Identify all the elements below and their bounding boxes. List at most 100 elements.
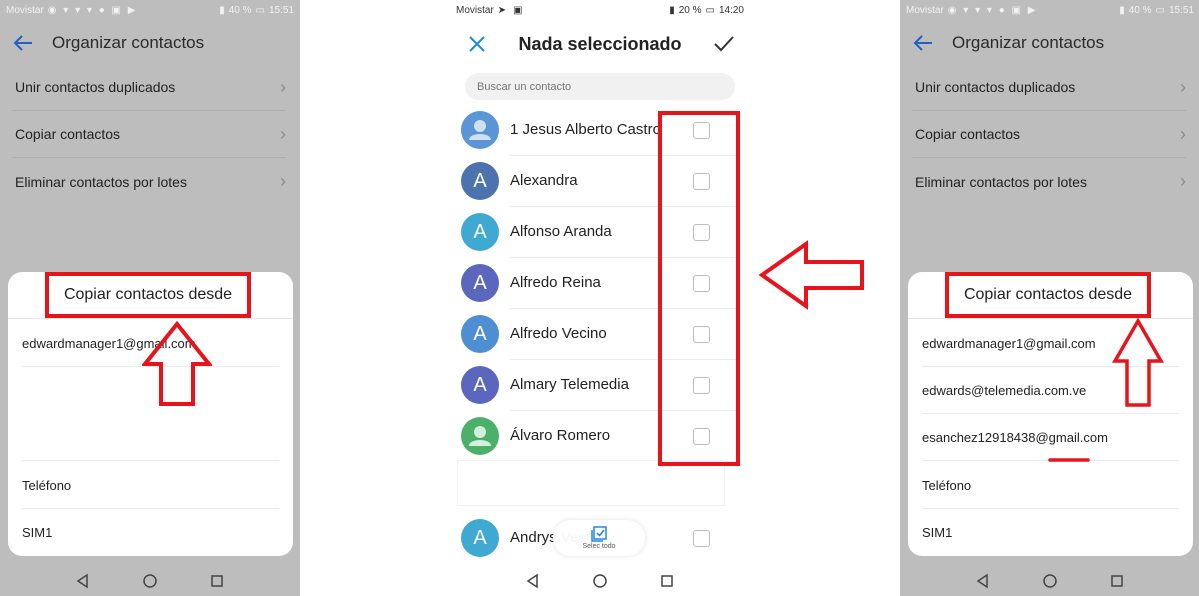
carrier-label: Movistar [456, 4, 494, 16]
right-phone-screen: Movistar ◉ ▾ ▾ ▾ ● ▣ ▶ ▮ 40 % ▭ 15:51 Or… [900, 0, 1199, 596]
copy-from-dialog: Copiar contactos desde edwardmanager1@gm… [908, 272, 1193, 556]
chevron-right-icon: › [1180, 171, 1186, 191]
status-bar: Movistar ◉ ▾ ▾ ▾ ● ▣ ▶ ▮ 40 % ▭ 15:51 [900, 0, 1199, 20]
battery-label: 20 % [678, 4, 702, 16]
option-label: Teléfono [22, 477, 72, 493]
select-all-button[interactable]: Selec todo [553, 520, 645, 556]
menu-item-label: Unir contactos duplicados [915, 79, 1076, 95]
contact-name: 1 Jesus Alberto Castro [510, 121, 661, 138]
search-bar[interactable] [465, 73, 735, 100]
signal-icon: ▮ [219, 4, 225, 16]
option-label: SIM1 [922, 525, 953, 540]
dialog-title: Copiar contactos desde [945, 272, 1151, 318]
carrier-label: Movistar [6, 4, 44, 16]
menu-item-copy-contacts[interactable]: Copiar contactos › [12, 111, 286, 158]
contact-name: Alfredo Vecino [510, 325, 607, 342]
avatar: A [461, 315, 499, 353]
chevron-right-icon: › [1180, 123, 1186, 144]
page-title: Nada seleccionado [518, 33, 682, 54]
battery-label: 40 % [228, 4, 252, 16]
menu-item-batch-delete[interactable]: Eliminar contactos por lotes › [12, 158, 286, 205]
search-input[interactable] [477, 80, 735, 93]
toolbar: Organizar contactos [900, 24, 1199, 62]
menu-item-label: Eliminar contactos por lotes [15, 173, 187, 190]
option-label: edwardmanager1@gmail.com [922, 335, 1096, 351]
blank-area [457, 460, 725, 506]
menu-list: Unir contactos duplicados › Copiar contac… [912, 64, 1186, 205]
middle-phone-screen: Movistar ➤ ▣ ▮ 20 % ▭ 14:20 Nada selecci… [450, 0, 750, 596]
sim-option[interactable]: SIM1 [922, 509, 1179, 556]
nav-bar [0, 566, 300, 596]
checkmark-icon[interactable] [712, 33, 736, 55]
clock: 15:51 [268, 4, 294, 16]
avatar: A [461, 519, 499, 557]
page-title: Organizar contactos [952, 33, 1105, 52]
back-arrow-icon[interactable] [12, 32, 34, 54]
toolbar: Organizar contactos [0, 24, 300, 62]
signal-icon: ▮ [1119, 4, 1125, 16]
battery-icon: ▭ [1155, 4, 1165, 16]
recents-square-icon[interactable] [659, 573, 675, 589]
dialog-divider [8, 318, 293, 319]
avatar-person-icon [461, 417, 499, 455]
back-triangle-icon[interactable] [975, 573, 991, 589]
avatar: A [461, 366, 499, 404]
carrier-label: Movistar [906, 4, 944, 16]
battery-label: 40 % [1128, 4, 1152, 16]
contact-name: Almary Telemedia [510, 376, 629, 393]
recents-square-icon[interactable] [209, 573, 225, 589]
menu-item-merge-duplicates[interactable]: Unir contactos duplicados › [12, 64, 286, 111]
blank-option [22, 414, 279, 461]
menu-item-label: Eliminar contactos por lotes [915, 173, 1087, 190]
left-phone-screen: Movistar ◉ ▾ ▾ ▾ ● ▣ ▶ ▮ 40 % ▭ 15:51 Or… [0, 0, 300, 596]
menu-item-batch-delete[interactable]: Eliminar contactos por lotes › [912, 158, 1186, 205]
clock: 15:51 [1168, 4, 1194, 16]
contact-name: Alfonso Aranda [510, 223, 612, 240]
copy-from-dialog: Copiar contactos desde edwardmanager1@gm… [8, 272, 293, 556]
back-triangle-icon[interactable] [525, 573, 541, 589]
avatar: A [461, 264, 499, 302]
page-title: Organizar contactos [52, 33, 205, 52]
menu-list: Unir contactos duplicados › Copiar contac… [12, 64, 286, 205]
dialog-title: Copiar contactos desde [45, 272, 251, 318]
contact-name: Álvaro Romero [510, 427, 611, 444]
home-circle-icon[interactable] [592, 573, 608, 589]
avatar-person-icon [461, 111, 499, 149]
select-all-label: Selec todo [582, 543, 616, 550]
chevron-right-icon: › [280, 76, 286, 97]
battery-icon: ▭ [705, 4, 715, 16]
option-label: esanchez12918438@gmail.com [922, 429, 1108, 445]
phone-option[interactable]: Teléfono [922, 462, 1179, 509]
menu-item-label: Copiar contactos [15, 126, 121, 142]
chevron-right-icon: › [1180, 76, 1186, 97]
menu-item-merge-duplicates[interactable]: Unir contactos duplicados › [912, 64, 1186, 111]
option-label: SIM1 [22, 525, 53, 540]
contact-name: Alfredo Reina [510, 274, 601, 291]
back-arrow-icon[interactable] [912, 32, 934, 54]
close-icon[interactable] [466, 33, 488, 55]
account-option[interactable]: esanchez12918438@gmail.com [922, 414, 1179, 461]
menu-item-label: Copiar contactos [915, 126, 1021, 142]
back-triangle-icon[interactable] [75, 573, 91, 589]
up-arrow-annotation [142, 321, 212, 406]
recents-square-icon[interactable] [1109, 573, 1125, 589]
contact-checkbox[interactable] [693, 530, 710, 547]
home-circle-icon[interactable] [142, 573, 158, 589]
status-bar: Movistar ◉ ▾ ▾ ▾ ● ▣ ▶ ▮ 40 % ▭ 15:51 [0, 0, 300, 20]
avatar: A [461, 213, 499, 251]
clock: 14:20 [718, 4, 744, 16]
up-arrow-annotation [1112, 318, 1164, 407]
chevron-right-icon: › [280, 123, 286, 144]
sim-option[interactable]: SIM1 [22, 509, 279, 556]
selection-header: Nada seleccionado [450, 24, 750, 64]
avatar: A [461, 162, 499, 200]
menu-item-label: Unir contactos duplicados [15, 79, 176, 95]
nav-bar [450, 566, 750, 596]
menu-item-copy-contacts[interactable]: Copiar contactos › [912, 111, 1186, 158]
chevron-right-icon: › [280, 171, 286, 191]
home-circle-icon[interactable] [1042, 573, 1058, 589]
underline-mark [1048, 458, 1090, 462]
phone-option[interactable]: Teléfono [22, 462, 279, 509]
option-label: Teléfono [922, 477, 972, 493]
notification-icons: ◉ ▾ ▾ ▾ ● ▣ ▶ [947, 4, 1038, 16]
